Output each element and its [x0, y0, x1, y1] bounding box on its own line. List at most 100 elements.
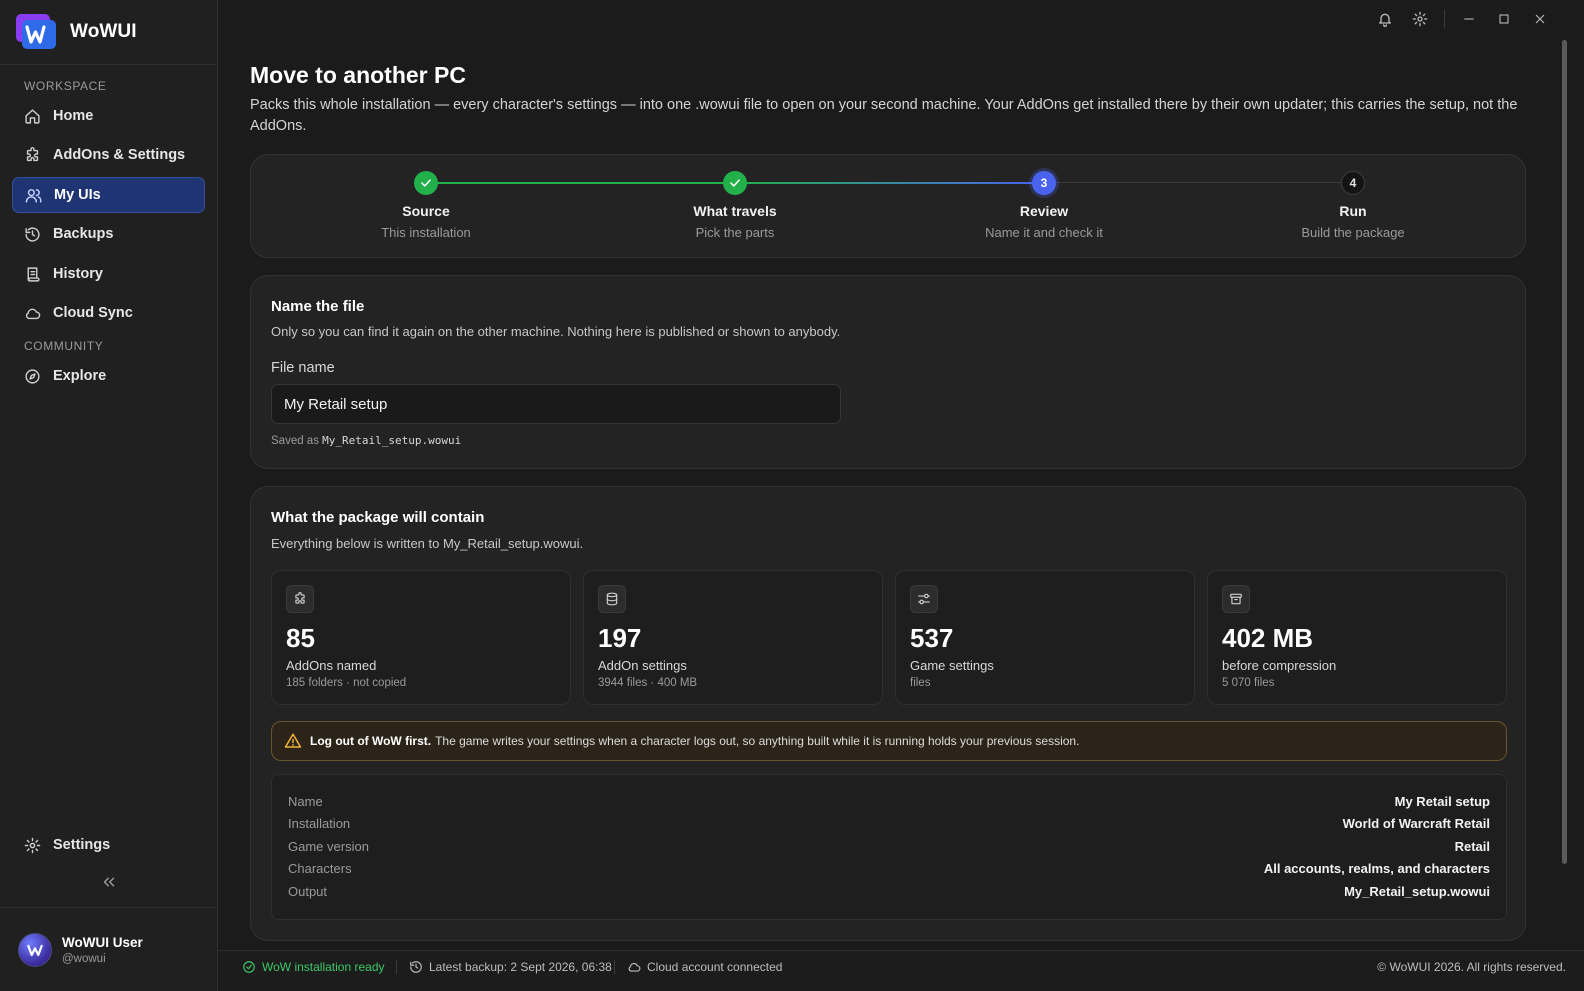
- cloud-icon: [627, 960, 641, 974]
- summary-value: Retail: [1454, 839, 1490, 854]
- sidebar-item-label: History: [53, 266, 103, 282]
- gear-icon: [24, 837, 41, 854]
- summary-value: All accounts, realms, and characters: [1263, 861, 1490, 876]
- sidebar-item-history[interactable]: History: [12, 256, 205, 292]
- cloud-status-text: Cloud account connected: [647, 960, 783, 974]
- stat-detail: 185 folders · not copied: [286, 677, 407, 689]
- scroll-icon: [24, 266, 41, 283]
- name-file-card: Name the file Only so you can find it ag…: [250, 275, 1526, 469]
- installation-status: WoW installation ready: [242, 951, 385, 983]
- stat-detail: files: [910, 677, 931, 689]
- step-source[interactable]: Source This installation: [316, 171, 536, 240]
- file-name-input[interactable]: [271, 384, 841, 424]
- user-profile[interactable]: WoWUI User @wowui: [0, 907, 217, 991]
- sidebar-item-explore[interactable]: Explore: [12, 358, 205, 394]
- collapse-sidebar-icon[interactable]: [100, 873, 118, 891]
- scrollbar[interactable]: [1562, 40, 1567, 864]
- stat-value: 402 MB: [1222, 623, 1314, 653]
- step-number: 3: [1032, 171, 1056, 195]
- home-icon: [24, 108, 41, 125]
- sidebar-item-label: Cloud Sync: [53, 305, 133, 321]
- step-subtitle: Build the package: [1301, 225, 1405, 240]
- stat-addon-settings: 197 AddOn settings 3944 files · 400 MB: [583, 570, 883, 705]
- summary-key: Output: [288, 884, 328, 899]
- sidebar: WoWUI WORKSPACE Home AddOns & Settings M…: [0, 0, 218, 991]
- divider: [396, 960, 397, 974]
- sliders-icon: [910, 585, 938, 613]
- step-what-travels[interactable]: What travels Pick the parts: [625, 171, 845, 240]
- archive-icon: [1222, 585, 1250, 613]
- step-run[interactable]: 4 Run Build the package: [1243, 171, 1463, 240]
- stat-detail: 3944 files · 400 MB: [598, 677, 698, 689]
- sidebar-item-settings[interactable]: Settings: [12, 827, 205, 863]
- stat-label: Game settings: [910, 658, 994, 673]
- warning-title: Log out of WoW first.: [310, 734, 432, 748]
- step-title: Review: [1019, 203, 1069, 219]
- sidebar-item-label: Backups: [53, 226, 114, 242]
- step-subtitle: Name it and check it: [985, 225, 1103, 240]
- summary-row: Output My_Retail_setup.wowui: [288, 884, 1490, 904]
- card-subtitle: Only so you can find it again on the oth…: [271, 324, 841, 339]
- user-name: WoWUI User: [62, 934, 143, 950]
- file-name-label: File name: [271, 360, 335, 376]
- summary-row: Name My Retail setup: [288, 794, 1490, 814]
- database-icon: [598, 585, 626, 613]
- card-title: Name the file: [271, 298, 365, 315]
- avatar: [18, 932, 52, 967]
- summary-row: Game version Retail: [288, 839, 1490, 859]
- summary-value: My Retail setup: [1394, 794, 1490, 809]
- sidebar-item-cloud-sync[interactable]: Cloud Sync: [12, 295, 205, 331]
- step-subtitle: This installation: [381, 225, 471, 240]
- summary-key: Characters: [288, 861, 352, 876]
- puzzle-icon: [286, 585, 314, 613]
- stat-value: 537: [910, 623, 954, 653]
- warning-banner: Log out of WoW first. The game writes yo…: [271, 721, 1507, 761]
- package-contents-card: What the package will contain Everything…: [250, 486, 1526, 941]
- card-title: What the package will contain: [271, 509, 485, 526]
- divider: [614, 960, 615, 974]
- sidebar-item-home[interactable]: Home: [12, 98, 205, 134]
- warning-icon: [284, 732, 302, 750]
- step-review[interactable]: 3 Review Name it and check it: [934, 171, 1154, 240]
- cloud-status: Cloud account connected: [627, 951, 782, 983]
- brand: WoWUI: [0, 0, 217, 65]
- user-handle: @wowui: [62, 952, 106, 965]
- users-icon: [25, 187, 42, 204]
- page-description: Packs this whole installation — every ch…: [250, 97, 1518, 134]
- sidebar-item-my-uis[interactable]: My UIs: [12, 177, 205, 213]
- summary-key: Name: [288, 794, 323, 809]
- copyright: © WoWUI 2026. All rights reserved.: [1377, 960, 1566, 974]
- warning-text: The game writes your settings when a cha…: [435, 734, 1080, 748]
- check-circle-icon: [242, 960, 256, 974]
- summary-key: Game version: [288, 839, 369, 854]
- saved-as-filename: My_Retail_setup.wowui: [322, 434, 462, 447]
- stat-value: 85: [286, 623, 315, 653]
- section-label-workspace: WORKSPACE: [24, 79, 107, 93]
- stat-total-size: 402 MB before compression 5 070 files: [1207, 570, 1507, 705]
- stat-label: AddOns named: [286, 658, 377, 673]
- sidebar-item-label: Settings: [53, 837, 111, 853]
- backup-status: Latest backup: 2 Sept 2026, 06:38: [409, 951, 612, 983]
- summary-key: Installation: [288, 816, 351, 831]
- stat-label: AddOn settings: [598, 658, 687, 673]
- sidebar-item-backups[interactable]: Backups: [12, 216, 205, 252]
- saved-as-prefix: Saved as: [271, 435, 319, 447]
- history-icon: [24, 226, 41, 243]
- summary-row: Installation World of Warcraft Retail: [288, 816, 1490, 836]
- backup-status-text: Latest backup: 2 Sept 2026, 06:38: [429, 960, 612, 974]
- stat-detail: 5 070 files: [1222, 677, 1275, 689]
- summary-row: Characters All accounts, realms, and cha…: [288, 861, 1490, 881]
- page-title: Move to another PC: [250, 62, 466, 88]
- summary-value: My_Retail_setup.wowui: [1344, 884, 1490, 899]
- wizard-stepper: Source This installation What travels Pi…: [250, 154, 1526, 258]
- check-icon: [414, 171, 438, 195]
- sidebar-item-addons-settings[interactable]: AddOns & Settings: [12, 137, 205, 173]
- wowui-logo: [16, 14, 58, 50]
- puzzle-icon: [24, 146, 41, 164]
- sidebar-item-label: Explore: [53, 368, 107, 384]
- saved-as-hint: Saved as My_Retail_setup.wowui: [271, 434, 461, 447]
- card-subtitle: Everything below is written to My_Retail…: [271, 536, 584, 551]
- cloud-icon: [24, 305, 41, 322]
- installation-status-text: WoW installation ready: [262, 960, 385, 974]
- stat-addons: 85 AddOns named 185 folders · not copied: [271, 570, 571, 705]
